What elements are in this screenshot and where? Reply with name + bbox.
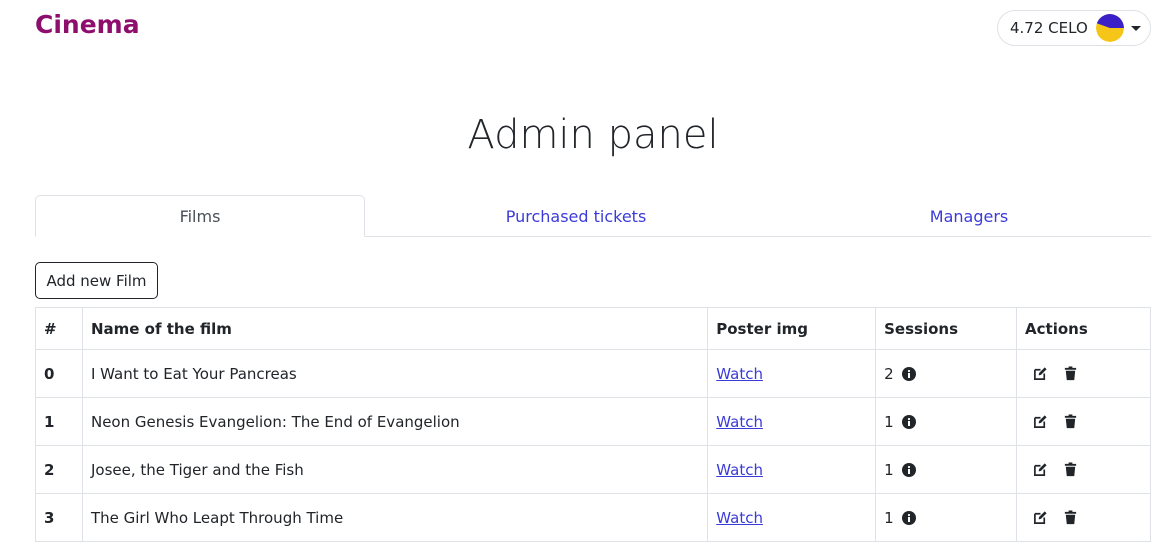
films-table: # Name of the film Poster img Sessions A… [35, 307, 1151, 542]
table-row: 0 I Want to Eat Your Pancreas Watch 2 [35, 349, 1151, 398]
wallet-dropdown[interactable]: 4.72 CELO [997, 10, 1151, 46]
film-id: 0 [35, 349, 83, 398]
poster-watch-link[interactable]: Watch [716, 413, 763, 431]
brand-logo[interactable]: Cinema [35, 10, 140, 39]
film-name: I Want to Eat Your Pancreas [81, 349, 709, 398]
poster-watch-link[interactable]: Watch [716, 461, 763, 479]
chevron-down-icon [1130, 25, 1141, 31]
header-sessions: Sessions [875, 307, 1018, 350]
trash-icon[interactable] [1063, 462, 1078, 477]
film-name: Neon Genesis Evangelion: The End of Evan… [81, 397, 709, 446]
poster-watch-link[interactable]: Watch [716, 365, 763, 383]
edit-icon[interactable] [1033, 510, 1048, 525]
tab-purchased-tickets[interactable]: Purchased tickets [365, 195, 787, 237]
info-circle-icon[interactable] [901, 510, 916, 525]
info-circle-icon[interactable] [901, 462, 916, 477]
info-circle-icon[interactable] [901, 414, 916, 429]
session-count: 1 [884, 460, 894, 479]
header-name: Name of the film [81, 307, 709, 350]
film-name: The Girl Who Leapt Through Time [81, 493, 709, 542]
header-actions: Actions [1016, 307, 1151, 350]
film-name: Josee, the Tiger and the Fish [81, 445, 709, 494]
tab-bar: Films Purchased tickets Managers [35, 195, 1151, 237]
trash-icon[interactable] [1063, 366, 1078, 381]
edit-icon[interactable] [1033, 366, 1048, 381]
wallet-balance: 4.72 CELO [1010, 19, 1088, 37]
session-count: 2 [884, 364, 894, 383]
trash-icon[interactable] [1063, 414, 1078, 429]
film-id: 3 [35, 493, 83, 542]
page-title: Admin panel [467, 112, 719, 158]
poster-watch-link[interactable]: Watch [716, 509, 763, 527]
tab-managers[interactable]: Managers [787, 195, 1151, 237]
table-row: 1 Neon Genesis Evangelion: The End of Ev… [35, 397, 1151, 446]
edit-icon[interactable] [1033, 462, 1048, 477]
edit-icon[interactable] [1033, 414, 1048, 429]
table-row: 3 The Girl Who Leapt Through Time Watch … [35, 493, 1151, 542]
film-id: 1 [35, 397, 83, 446]
header-poster: Poster img [707, 307, 877, 350]
trash-icon[interactable] [1063, 510, 1078, 525]
wallet-avatar-icon [1095, 14, 1124, 42]
session-count: 1 [884, 508, 894, 527]
header-number: # [35, 307, 83, 350]
info-circle-icon[interactable] [901, 366, 916, 381]
film-id: 2 [35, 445, 83, 494]
session-count: 1 [884, 412, 894, 431]
table-header-row: # Name of the film Poster img Sessions A… [35, 307, 1151, 350]
tab-films[interactable]: Films [35, 195, 365, 237]
table-row: 2 Josee, the Tiger and the Fish Watch 1 [35, 445, 1151, 494]
add-film-button[interactable]: Add new Film [35, 262, 158, 299]
